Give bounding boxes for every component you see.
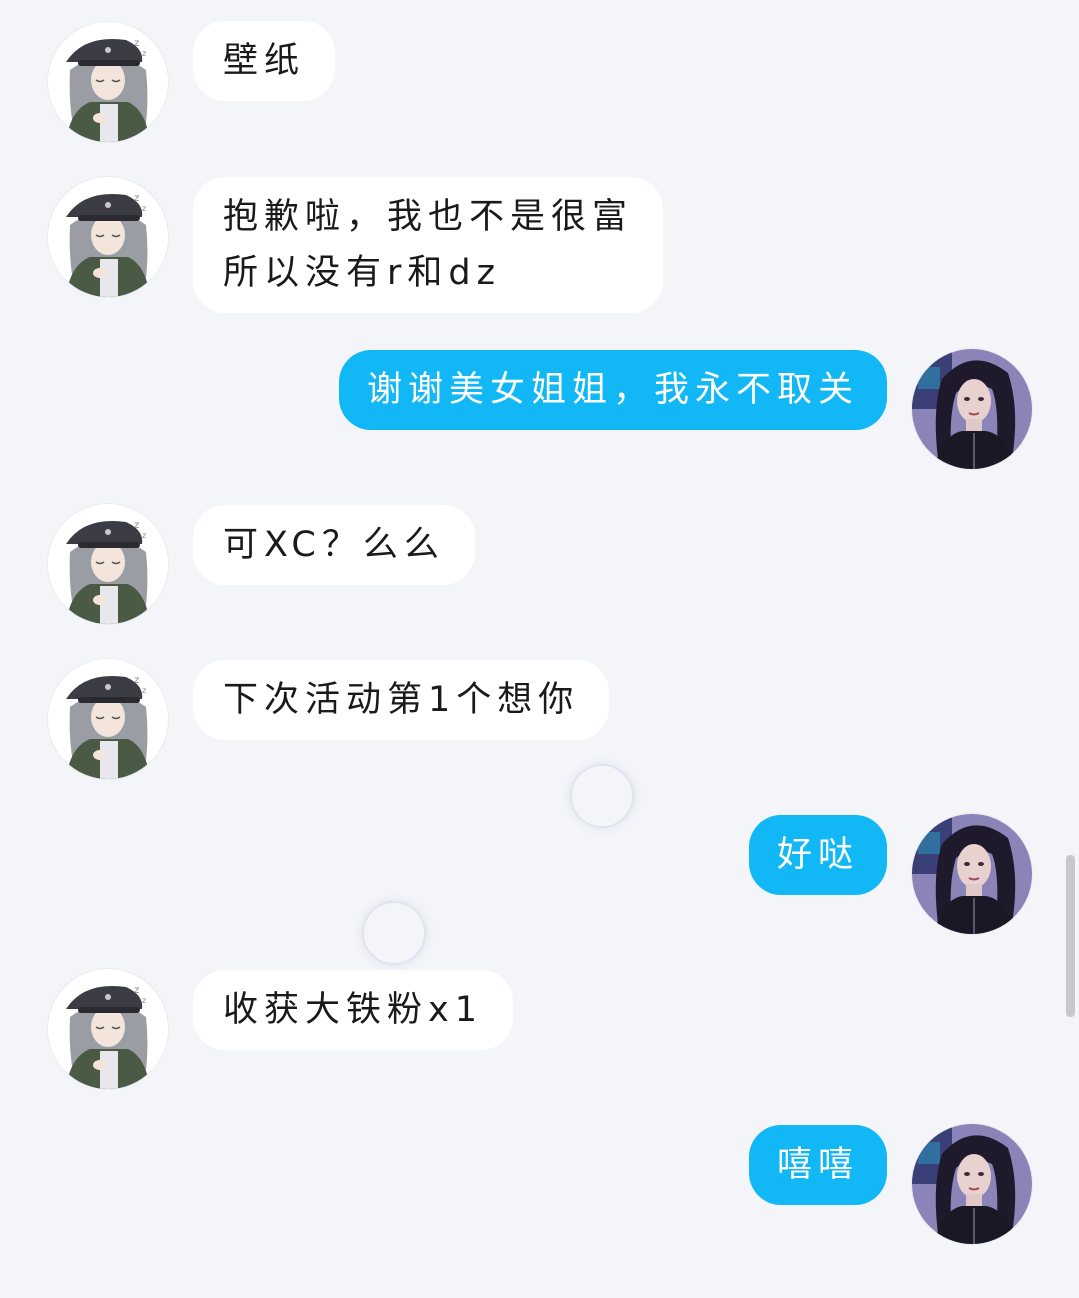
contact-avatar-icon[interactable] — [48, 659, 168, 779]
touch-indicator-icon — [570, 764, 634, 828]
self-avatar-icon[interactable] — [912, 814, 1032, 934]
incoming-message-bubble[interactable]: 可XC？么么 — [193, 505, 475, 585]
contact-avatar-icon[interactable] — [48, 504, 168, 624]
outgoing-message-bubble[interactable]: 好哒 — [748, 815, 887, 895]
outgoing-message-bubble[interactable]: 嘻嘻 — [748, 1125, 887, 1205]
incoming-message-bubble[interactable]: 收获大铁粉x1 — [193, 970, 513, 1050]
self-avatar-icon[interactable] — [912, 349, 1032, 469]
incoming-message-bubble[interactable]: 下次活动第1个想你 — [193, 660, 610, 740]
contact-avatar-icon[interactable] — [48, 969, 168, 1089]
incoming-message-bubble[interactable]: 抱歉啦，我也不是很富 所以没有r和dz — [193, 177, 664, 313]
contact-avatar-icon[interactable] — [48, 22, 168, 142]
outgoing-message-bubble[interactable]: 谢谢美女姐姐，我永不取关 — [338, 350, 887, 430]
touch-indicator-icon — [362, 901, 426, 965]
incoming-message-bubble[interactable]: 壁纸 — [193, 21, 336, 101]
scrollbar[interactable] — [1066, 855, 1075, 1017]
contact-avatar-icon[interactable] — [48, 177, 168, 297]
self-avatar-icon[interactable] — [912, 1124, 1032, 1244]
